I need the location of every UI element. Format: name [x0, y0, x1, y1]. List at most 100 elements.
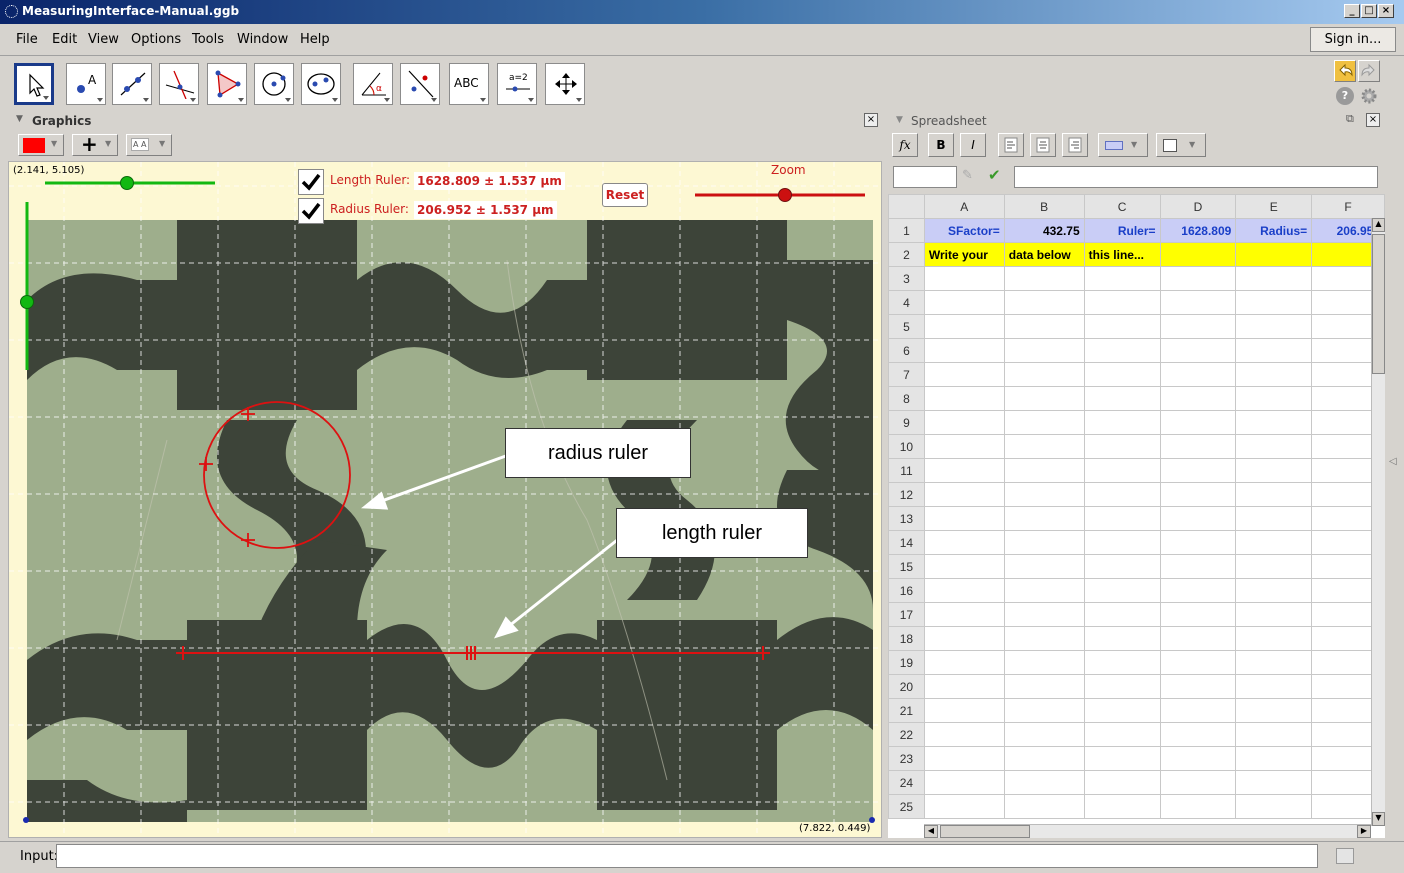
point-style-button[interactable]: + ▼	[72, 132, 118, 156]
row-header[interactable]: 23	[888, 746, 925, 771]
table-cell[interactable]	[1235, 314, 1313, 339]
table-cell[interactable]	[1235, 698, 1313, 723]
table-cell[interactable]	[1159, 770, 1237, 795]
row-header[interactable]: 12	[888, 482, 925, 507]
table-cell[interactable]	[1083, 482, 1161, 507]
table-cell[interactable]	[1083, 458, 1161, 483]
table-cell[interactable]	[1159, 386, 1237, 411]
row-header[interactable]: 19	[888, 650, 925, 675]
cell-a2[interactable]: Write your	[923, 242, 1005, 267]
row-header[interactable]: 8	[888, 386, 925, 411]
algebra-input-field[interactable]	[56, 844, 1318, 868]
column-header[interactable]: D	[1159, 194, 1237, 219]
column-header[interactable]: B	[1003, 194, 1085, 219]
table-cell[interactable]	[923, 554, 1005, 579]
cell-e2[interactable]	[1235, 242, 1313, 267]
table-cell[interactable]	[1083, 602, 1161, 627]
table-cell[interactable]	[1235, 482, 1313, 507]
sign-in-button[interactable]: Sign in...	[1310, 27, 1396, 52]
line-tool-button[interactable]	[112, 63, 152, 105]
table-cell[interactable]	[1159, 314, 1237, 339]
radius-ruler-circle[interactable]	[203, 401, 351, 549]
menu-file[interactable]: File	[16, 32, 38, 47]
table-cell[interactable]	[1235, 410, 1313, 435]
row-header[interactable]: 21	[888, 698, 925, 723]
table-cell[interactable]	[1083, 578, 1161, 603]
table-cell[interactable]	[923, 794, 1005, 819]
table-cell[interactable]	[1235, 626, 1313, 651]
table-cell[interactable]	[1003, 746, 1085, 771]
table-cell[interactable]	[1235, 770, 1313, 795]
table-cell[interactable]	[1083, 314, 1161, 339]
table-cell[interactable]	[1083, 770, 1161, 795]
move-graphics-view-button[interactable]	[545, 63, 585, 105]
maximize-button[interactable]: □	[1361, 4, 1377, 18]
column-header[interactable]: E	[1235, 194, 1313, 219]
table-cell[interactable]	[1159, 698, 1237, 723]
graphics-view[interactable]: (2.141, 5.105) (7.822, 0.449) Length Rul…	[8, 161, 882, 838]
table-cell[interactable]	[1235, 722, 1313, 747]
align-right-button[interactable]	[1062, 133, 1088, 157]
perpendicular-line-tool-button[interactable]	[159, 63, 199, 105]
table-cell[interactable]	[1083, 674, 1161, 699]
table-cell[interactable]	[1159, 362, 1237, 387]
table-cell[interactable]	[923, 386, 1005, 411]
scrollbar-thumb[interactable]	[940, 825, 1030, 838]
circle-tool-button[interactable]	[254, 63, 294, 105]
collapse-triangle-icon[interactable]: ▼	[16, 114, 23, 124]
cell-e1[interactable]: Radius=	[1235, 218, 1313, 243]
table-cell[interactable]	[1003, 554, 1085, 579]
table-cell[interactable]	[1003, 314, 1085, 339]
row-header[interactable]: 9	[888, 410, 925, 435]
table-cell[interactable]	[1003, 482, 1085, 507]
row-header[interactable]: 13	[888, 506, 925, 531]
table-cell[interactable]	[1159, 674, 1237, 699]
table-cell[interactable]	[1003, 266, 1085, 291]
italic-button[interactable]: I	[960, 133, 986, 157]
help-icon[interactable]: ?	[1336, 87, 1354, 105]
table-cell[interactable]	[923, 626, 1005, 651]
table-cell[interactable]	[1159, 722, 1237, 747]
row-header[interactable]: 5	[888, 314, 925, 339]
reflect-tool-button[interactable]	[400, 63, 440, 105]
row-header[interactable]: 17	[888, 602, 925, 627]
row-header[interactable]: 10	[888, 434, 925, 459]
cell-b2[interactable]: data below	[1003, 242, 1085, 267]
undock-icon[interactable]: ⧉	[1346, 112, 1354, 126]
menu-view[interactable]: View	[88, 32, 119, 47]
table-cell[interactable]	[923, 506, 1005, 531]
menu-options[interactable]: Options	[131, 32, 181, 47]
table-cell[interactable]	[1235, 602, 1313, 627]
cell-d2[interactable]	[1159, 242, 1237, 267]
table-cell[interactable]	[1083, 410, 1161, 435]
menu-help[interactable]: Help	[300, 32, 330, 47]
table-cell[interactable]	[1235, 794, 1313, 819]
table-cell[interactable]	[1083, 794, 1161, 819]
spreadsheet-grid[interactable]: A B C D E F 1 SFactor= 432.75 Ruler= 162…	[888, 194, 1385, 838]
table-cell[interactable]	[1083, 530, 1161, 555]
menu-window[interactable]: Window	[237, 32, 288, 47]
table-cell[interactable]	[923, 674, 1005, 699]
table-cell[interactable]	[1159, 410, 1237, 435]
table-cell[interactable]	[1159, 602, 1237, 627]
table-cell[interactable]	[1083, 650, 1161, 675]
table-cell[interactable]	[923, 290, 1005, 315]
row-header[interactable]: 24	[888, 770, 925, 795]
table-cell[interactable]	[923, 338, 1005, 363]
gear-icon[interactable]	[1360, 87, 1378, 105]
row-header[interactable]: 2	[888, 242, 925, 267]
table-cell[interactable]	[923, 362, 1005, 387]
table-cell[interactable]	[1003, 578, 1085, 603]
table-cell[interactable]	[1083, 626, 1161, 651]
table-cell[interactable]	[1159, 338, 1237, 363]
cell-a1[interactable]: SFactor=	[923, 218, 1005, 243]
table-cell[interactable]	[1159, 530, 1237, 555]
function-button[interactable]: fx	[892, 133, 918, 157]
table-cell[interactable]	[923, 698, 1005, 723]
text-style-button[interactable]: A A ▼	[126, 134, 172, 156]
row-header[interactable]: 6	[888, 338, 925, 363]
table-cell[interactable]	[1159, 554, 1237, 579]
cell-d1[interactable]: 1628.809	[1159, 218, 1237, 243]
table-cell[interactable]	[923, 266, 1005, 291]
table-cell[interactable]	[1083, 290, 1161, 315]
